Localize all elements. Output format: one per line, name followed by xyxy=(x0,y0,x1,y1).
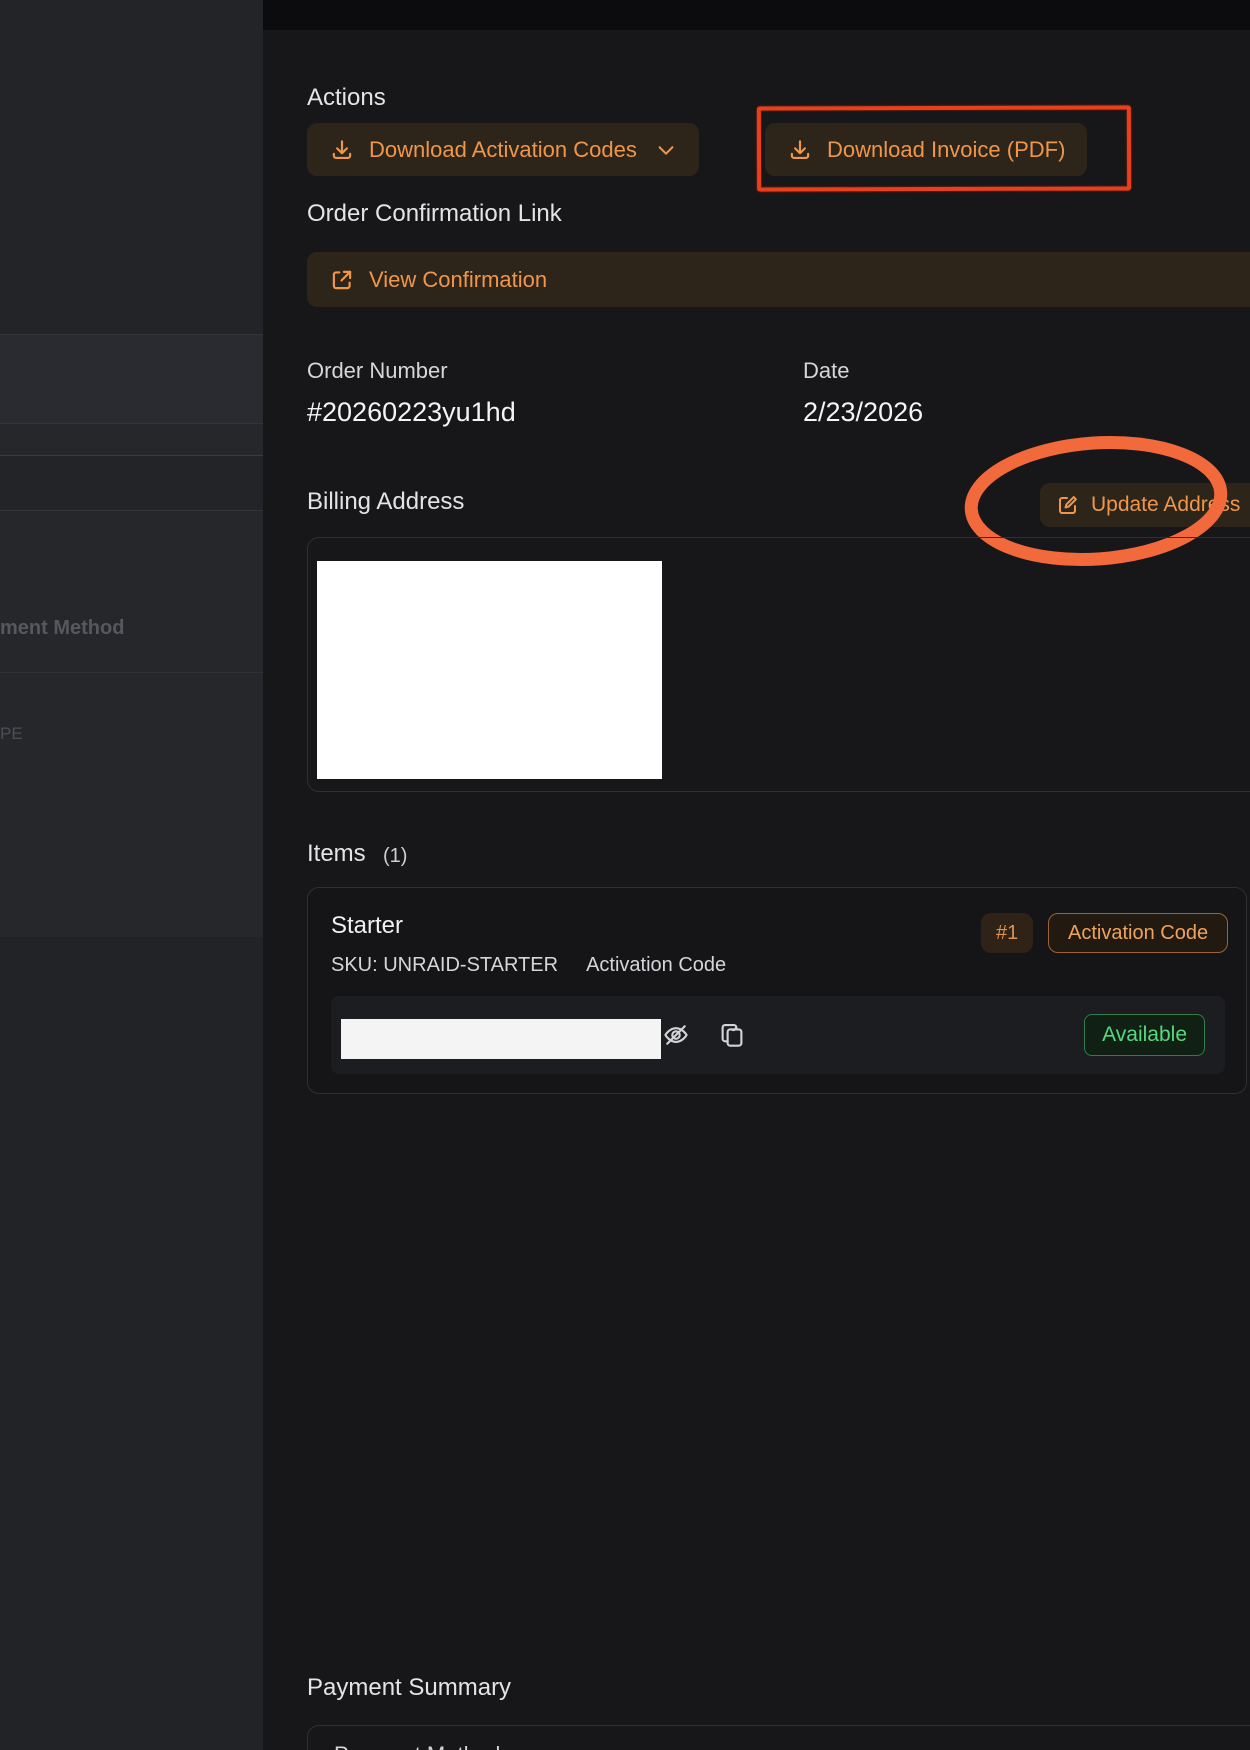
sidebar-row[interactable] xyxy=(0,455,263,511)
activation-code-field-redacted[interactable] xyxy=(341,1019,661,1059)
order-number-label: Order Number xyxy=(307,358,448,384)
date-label: Date xyxy=(803,358,849,384)
download-icon xyxy=(329,137,355,163)
eye-off-icon[interactable] xyxy=(661,1020,691,1050)
download-activation-codes-label: Download Activation Codes xyxy=(369,137,637,163)
red-box-annotation xyxy=(757,106,1131,192)
sidebar: ment Method PE xyxy=(0,0,263,1750)
sidebar-selected-row[interactable] xyxy=(0,334,263,424)
date-value: 2/23/2026 xyxy=(803,397,923,428)
items-count: (1) xyxy=(383,845,407,868)
download-activation-codes-button[interactable]: Download Activation Codes xyxy=(307,123,699,176)
billing-address-title: Billing Address xyxy=(307,488,464,516)
item-name: Starter xyxy=(331,912,403,940)
payment-summary-title: Payment Summary xyxy=(307,1674,511,1702)
item-index-badge: #1 xyxy=(981,913,1033,953)
item-kind: Activation Code xyxy=(586,954,726,976)
status-badge: Available xyxy=(1084,1014,1205,1056)
view-confirmation-button[interactable]: View Confirmation xyxy=(307,252,1250,307)
chevron-down-icon xyxy=(655,139,677,161)
edit-pencil-icon xyxy=(1056,493,1080,517)
activation-code-badge: Activation Code xyxy=(1048,913,1228,953)
order-number-value: #20260223yu1hd xyxy=(307,397,516,428)
update-address-button[interactable]: Update Address xyxy=(1040,483,1250,527)
item-sku: SKU: UNRAID-STARTER xyxy=(331,954,558,976)
item-sku-row: SKU: UNRAID-STARTER Activation Code xyxy=(331,954,726,977)
sidebar-processor-label: PE xyxy=(0,722,23,746)
payment-method-label: Payment Method xyxy=(334,1742,500,1750)
payment-summary-card: Payment Method xyxy=(307,1725,1250,1750)
actions-title: Actions xyxy=(307,84,386,112)
order-details-page: ment Method PE Actions Download Activati… xyxy=(0,0,1250,1750)
top-bar xyxy=(263,0,1250,30)
items-title: Items xyxy=(307,840,366,868)
confirmation-title: Order Confirmation Link xyxy=(307,200,562,228)
update-address-label: Update Address xyxy=(1091,493,1240,517)
external-link-icon xyxy=(329,267,355,293)
activation-code-box: Available xyxy=(331,996,1225,1074)
view-confirmation-label: View Confirmation xyxy=(369,267,547,293)
sidebar-section-bottom xyxy=(0,937,263,1750)
sidebar-divider xyxy=(0,672,263,673)
billing-address-card xyxy=(307,537,1250,792)
sidebar-payment-method-label: ment Method xyxy=(0,614,124,642)
billing-address-redacted xyxy=(317,561,662,779)
copy-icon[interactable] xyxy=(717,1020,747,1050)
sidebar-section-top xyxy=(0,0,263,334)
item-card: Starter SKU: UNRAID-STARTER Activation Co… xyxy=(307,887,1247,1094)
